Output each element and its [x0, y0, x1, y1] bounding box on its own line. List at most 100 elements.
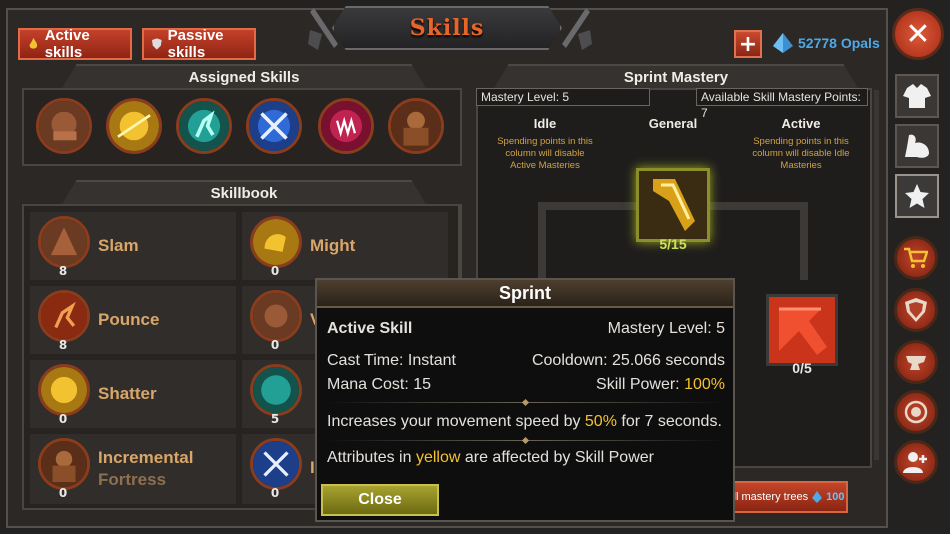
skill-name: Shatter: [98, 384, 157, 403]
idle-note: Spending points in this column will disa…: [497, 136, 593, 171]
tooltip-power: Skill Power: 100%: [596, 376, 725, 394]
attr-yellow: yellow: [415, 449, 461, 466]
power-label: Skill Power:: [596, 376, 685, 393]
add-friend-icon[interactable]: [894, 440, 938, 484]
swords-book-icon: [250, 438, 302, 490]
skills-screen: { "title": "Skills", "tabs": { "active":…: [0, 0, 950, 534]
tooltip-title: Sprint: [317, 280, 733, 308]
mastery-header: Sprint Mastery: [494, 64, 858, 88]
skill-level: 8: [58, 338, 68, 352]
shatter-book-icon: [38, 364, 90, 416]
mastery-level: Mastery Level: 5: [476, 88, 650, 106]
slam-book-icon: [38, 216, 90, 268]
tooltip-mastery: Mastery Level: 5: [607, 320, 725, 337]
shield-icon[interactable]: [894, 288, 938, 332]
anvil-icon[interactable]: [894, 340, 938, 384]
skill-level: 0: [58, 486, 68, 500]
shield-small-icon: [152, 38, 162, 50]
assigned-slot-shatter[interactable]: [106, 98, 162, 154]
tab-passive-label: Passive skills: [167, 27, 224, 61]
reset-cost: 100: [826, 491, 845, 503]
axe-right-icon: [562, 8, 592, 50]
close-icon[interactable]: ✕: [892, 8, 944, 60]
fang-icon: [321, 101, 371, 151]
tab-passive-skills[interactable]: Passive skills: [142, 27, 256, 61]
active-count: 0/5: [792, 360, 812, 376]
might-book-icon: [250, 216, 302, 268]
shatter-icon: [109, 101, 159, 151]
skillbook-item-pounce[interactable]: Pounce 8: [30, 286, 236, 354]
cart-icon[interactable]: [894, 236, 938, 280]
reset-label: ll mastery trees: [733, 491, 809, 503]
skill-level: 0: [58, 412, 68, 426]
arm-icon[interactable]: [895, 124, 939, 168]
active-note: Spending points in this column will disa…: [752, 136, 850, 171]
desc-percent: 50%: [584, 413, 617, 430]
arrow-up-icon: [769, 297, 835, 363]
opal-small-icon: [812, 491, 823, 503]
assigned-skills-header: Assigned Skills: [62, 64, 426, 88]
slam-icon: [39, 101, 89, 151]
tooltip-cooldown: Cooldown: 25.066 seconds: [531, 352, 725, 369]
skillbook-header: Skillbook: [62, 180, 426, 204]
skillbook-item-might[interactable]: Might 0: [242, 212, 448, 280]
power-value: 100%: [684, 376, 725, 393]
tab-active-skills[interactable]: Active skills: [18, 27, 132, 61]
flame-icon: [29, 37, 38, 49]
skill-name: Slam: [98, 236, 139, 255]
star-icon[interactable]: [895, 174, 939, 218]
tooltip-description: Increases your movement speed by 50% for…: [327, 413, 725, 431]
column-idle: Idle: [533, 116, 557, 131]
attr-text-b: are affected by Skill Power: [460, 449, 654, 466]
skill-level: 5: [270, 412, 280, 426]
tooltip-type: Active Skill: [327, 320, 413, 337]
medal-icon[interactable]: [894, 390, 938, 434]
skillbook-item-shatter[interactable]: Shatter 0: [30, 360, 236, 428]
add-opals-button[interactable]: +: [734, 30, 762, 58]
skill-level: 0: [270, 338, 280, 352]
skill-level: 0: [270, 264, 280, 278]
assigned-slot-sprint-teal[interactable]: [176, 98, 232, 154]
mastery-node-active[interactable]: [766, 294, 838, 366]
tooltip-attributes-note: Attributes in yellow are affected by Ski…: [327, 449, 725, 467]
skill-name: Incremental: [98, 448, 194, 467]
mastery-node-general[interactable]: [636, 168, 710, 242]
brute-icon: [391, 101, 441, 151]
assigned-slot-slam[interactable]: [36, 98, 92, 154]
close-button[interactable]: Close: [321, 484, 439, 516]
divider-ornament: [521, 436, 530, 445]
sprint-boot-icon: [639, 171, 707, 239]
opal-icon: [773, 33, 793, 53]
opal-balance: 52778 Opals: [798, 35, 880, 51]
fortress-book-icon: [38, 438, 90, 490]
skillbook-item-incremental-fortress[interactable]: Incremental Fortress 0: [30, 434, 236, 504]
crossed-swords-icon: [249, 101, 299, 151]
pounce-book-icon: [38, 290, 90, 342]
v-book-icon: [250, 290, 302, 342]
tooltip-mana-row: Mana Cost: 15 Skill Power: 100%: [327, 376, 725, 394]
general-count: 5/15: [659, 236, 687, 252]
armor-icon[interactable]: [895, 74, 939, 118]
attr-text-a: Attributes in: [327, 449, 416, 466]
assigned-slot-crossed-swords[interactable]: [246, 98, 302, 154]
assigned-slot-fortress[interactable]: [388, 98, 444, 154]
desc-text-a: Increases your movement speed by: [327, 413, 585, 430]
runner-icon: [179, 101, 229, 151]
skillbook-item-slam[interactable]: Slam 8: [30, 212, 236, 280]
divider-ornament: [521, 398, 530, 407]
assigned-slot-fang[interactable]: [318, 98, 374, 154]
page-title: Skills: [409, 15, 485, 41]
skill-level: 8: [58, 264, 68, 278]
sprint-book-icon: [250, 364, 302, 416]
reset-mastery-button[interactable]: ll mastery trees 100: [730, 481, 848, 513]
desc-text-b: for 7 seconds.: [616, 413, 722, 430]
tab-active-label: Active skills: [44, 27, 90, 61]
tooltip-type-row: Active Skill Mastery Level: 5: [327, 320, 725, 338]
skill-level: 0: [270, 486, 280, 500]
mastery-scrollbar[interactable]: [874, 90, 879, 460]
column-general: General: [648, 116, 698, 131]
skill-name-line2: Fortress: [98, 470, 167, 489]
skill-name: Might: [310, 236, 356, 255]
title-plate: Skills: [332, 6, 562, 50]
column-active: Active: [781, 116, 821, 131]
